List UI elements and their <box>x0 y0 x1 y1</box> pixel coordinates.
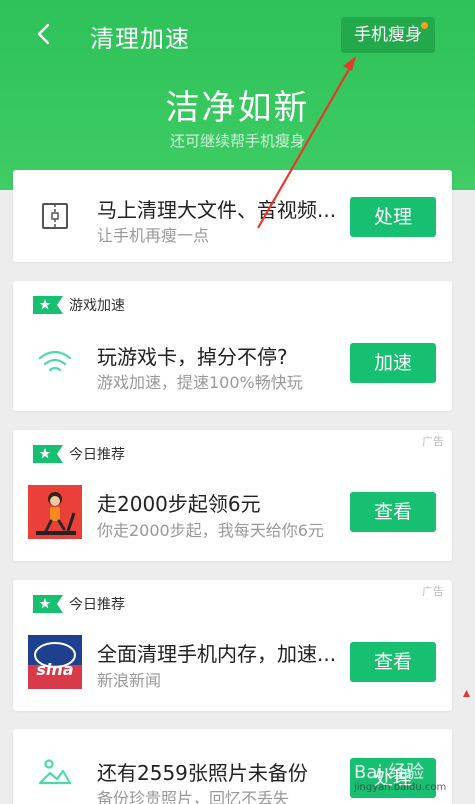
wifi-icon <box>27 335 83 391</box>
process-button[interactable]: 处理 <box>350 197 436 237</box>
phone-file-icon <box>27 188 83 244</box>
card-title: 马上清理大文件、音视频... <box>97 198 337 222</box>
card-subtitle: 游戏加速，提速100%畅快玩 <box>97 373 303 392</box>
card-title: 玩游戏卡，掉分不停? <box>97 345 288 369</box>
watermark: Bai 经验 jingyan.baidu.com <box>354 758 464 802</box>
star-tag-icon <box>33 595 63 613</box>
ad-label: 广告 <box>422 585 444 598</box>
star-tag-icon <box>33 445 63 463</box>
tag-label: 游戏加速 <box>69 298 125 314</box>
card-tag: 今日推荐 <box>33 594 125 614</box>
tag-label: 今日推荐 <box>69 597 125 613</box>
card-subtitle: 新浪新闻 <box>97 671 162 690</box>
top-bar: 清理加速 手机瘦身 <box>0 0 475 72</box>
sina-news-app-icon: sina <box>27 634 83 690</box>
card-subtitle: 备份珍贵照片，回忆不丢失 <box>97 789 290 804</box>
view-button[interactable]: 查看 <box>350 492 436 532</box>
view-button[interactable]: 查看 <box>350 642 436 682</box>
phone-slim-button[interactable]: 手机瘦身 <box>341 17 435 53</box>
sina-logo-text: sina <box>36 660 73 679</box>
tag-label: 今日推荐 <box>69 447 125 463</box>
phone-slim-label: 手机瘦身 <box>354 25 422 45</box>
card-subtitle: 你走2000步起，我每天给你6元 <box>97 521 324 540</box>
card-tag: 游戏加速 <box>33 295 125 315</box>
treadmill-app-icon <box>27 484 83 540</box>
card-recommend-steps[interactable]: 广告 今日推荐 走2000步起领6元 你走2000步起，我每天给你6元 查看 <box>13 430 452 561</box>
star-tag-icon <box>33 296 63 314</box>
watermark-text: Bai 经验 <box>354 762 425 783</box>
card-game-boost[interactable]: 游戏加速 玩游戏卡，掉分不停? 游戏加速，提速100%畅快玩 加速 <box>13 281 452 411</box>
card-title: 还有2559张照片未备份 <box>97 761 308 785</box>
page-title: 清理加速 <box>90 25 190 53</box>
header-hero: 清理加速 手机瘦身 洁净如新 还可继续帮手机瘦身 <box>0 0 475 190</box>
hero-title: 洁净如新 <box>165 88 310 128</box>
back-button[interactable] <box>28 18 60 50</box>
card-large-files[interactable]: 马上清理大文件、音视频... 让手机再瘦一点 处理 <box>13 170 452 262</box>
watermark-url: jingyan.baidu.com <box>354 782 447 793</box>
photo-mountain-icon <box>27 743 83 799</box>
card-title: 走2000步起领6元 <box>97 492 261 516</box>
notification-dot <box>421 22 428 29</box>
ad-label: 广告 <box>422 435 444 448</box>
card-subtitle: 让手机再瘦一点 <box>97 226 210 245</box>
hero-subtitle: 还可继续帮手机瘦身 <box>169 132 305 150</box>
card-tag: 今日推荐 <box>33 444 125 464</box>
card-recommend-sina[interactable]: 广告 今日推荐 sina 全面清理手机内存，加速... 新浪新闻 查看 <box>13 580 452 711</box>
card-title: 全面清理手机内存，加速... <box>97 642 337 666</box>
chevron-left-icon <box>37 23 50 45</box>
boost-button[interactable]: 加速 <box>350 343 436 383</box>
